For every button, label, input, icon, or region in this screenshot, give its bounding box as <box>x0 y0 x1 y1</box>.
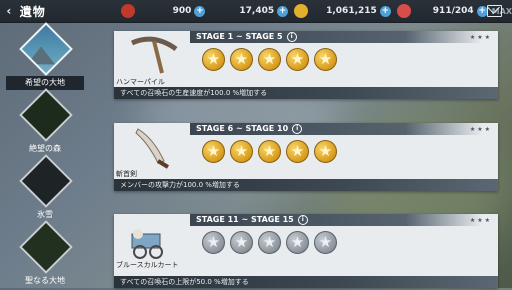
star-icon: ★ <box>230 140 253 163</box>
mountain-icon <box>19 22 73 76</box>
gold-value: 1,061,215 <box>326 6 377 16</box>
region-item-hope[interactable]: 希望の大地 <box>6 22 84 92</box>
star-rating: ★ ★ ★ ★ ★ <box>202 140 337 163</box>
swords-value: 911/204 <box>432 6 474 16</box>
star-icon: ★ <box>202 140 225 163</box>
fist-icon <box>120 4 135 18</box>
relic-effect: すべての召喚石の生産速度が100.0 %増加する <box>114 87 498 99</box>
star-icon: ★ <box>286 140 309 163</box>
page-title: 遺物 <box>19 4 46 19</box>
stage-range: STAGE 6 ~ STAGE 10 <box>196 124 289 133</box>
top-bar: ‹ 遺物 900 + 17,405 + 1,061,215 + 911/204 … <box>0 0 512 23</box>
star-icon: ★ <box>258 140 281 163</box>
star-rating: ★ ★ ★ ★ ★ <box>202 48 337 71</box>
stage-header: STAGE 1 ~ STAGE 5i <box>190 31 498 43</box>
pickaxe-icon <box>130 36 178 74</box>
star-icon: ★ <box>314 48 337 71</box>
region-sidebar: 希望の大地 絶望の森 氷雪 聖なる大地 <box>0 22 90 288</box>
info-icon[interactable]: i <box>297 214 308 225</box>
fist-value: 900 <box>172 6 192 16</box>
star-icon: ★ <box>286 48 309 71</box>
star-icon: ★ <box>314 140 337 163</box>
relic-name: ブルースカルカート <box>116 261 179 269</box>
resource-fist: 900 + <box>120 4 206 18</box>
relic-image: ブルースカルカート <box>114 214 190 270</box>
relic-card[interactable]: STAGE 6 ~ STAGE 10 i ★★★ 斬首剣 ★ ★ ★ ★ ★ メン… <box>114 123 498 191</box>
dots-icon: ★★★ <box>469 34 492 41</box>
info-icon[interactable]: i <box>292 123 303 134</box>
add-crystal-button[interactable]: + <box>277 5 289 17</box>
star-icon: ★ <box>258 48 281 71</box>
stage-range: STAGE 1 ~ STAGE 5 <box>196 32 283 41</box>
stage-header: STAGE 6 ~ STAGE 10 i <box>190 123 498 135</box>
relic-name: ハンマーパイル <box>116 78 165 86</box>
relic-image: 斬首剣 <box>114 123 190 179</box>
crystal-value: 17,405 <box>239 6 275 16</box>
swords-icon <box>396 4 411 18</box>
region-item-ice[interactable]: 氷雪 <box>6 154 84 224</box>
ice-icon <box>19 154 73 208</box>
relic-image: ハンマーパイル <box>114 31 190 87</box>
cart-icon <box>131 229 163 259</box>
relic-effect: メンバーの攻撃力が100.0 %増加する <box>114 179 498 191</box>
forest-icon <box>19 88 73 142</box>
star-empty-icon: ★ <box>202 231 225 254</box>
star-empty-icon: ★ <box>286 231 309 254</box>
star-empty-icon: ★ <box>230 231 253 254</box>
dots-icon: ★★★ <box>469 217 492 224</box>
holy-land-icon <box>19 220 73 274</box>
resource-crystal: 17,405 + <box>239 5 289 17</box>
info-icon[interactable]: i <box>286 31 297 42</box>
relic-card[interactable]: STAGE 1 ~ STAGE 5i ★★★ ハンマーパイル ★ ★ ★ ★ ★… <box>114 31 498 99</box>
star-icon: ★ <box>230 48 253 71</box>
relic-name: 斬首剣 <box>116 170 137 178</box>
gold-coins-icon <box>294 4 309 18</box>
dots-icon: ★★★ <box>469 126 492 133</box>
mail-icon[interactable] <box>487 5 502 17</box>
star-empty-icon: ★ <box>314 231 337 254</box>
stage-header: STAGE 11 ~ STAGE 15 i <box>190 214 498 226</box>
region-label: 聖なる大地 <box>25 276 65 285</box>
back-arrow-icon[interactable]: ‹ <box>0 4 18 18</box>
region-item-despair[interactable]: 絶望の森 <box>6 88 84 158</box>
star-empty-icon: ★ <box>258 231 281 254</box>
star-icon: ★ <box>202 48 225 71</box>
star-rating: ★ ★ ★ ★ ★ <box>202 231 337 254</box>
add-fist-button[interactable]: + <box>194 5 206 17</box>
sword-icon <box>135 128 170 169</box>
resource-gold: 1,061,215 + <box>294 4 391 18</box>
relic-effect: すべての召喚石の上限が50.0 %増加する <box>114 276 498 288</box>
add-gold-button[interactable]: + <box>379 5 391 17</box>
relic-card[interactable]: STAGE 11 ~ STAGE 15 i ★★★ ブルースカルカート ★ ★ ★… <box>114 214 498 288</box>
region-item-holy[interactable]: 聖なる大地 <box>6 220 84 290</box>
stage-range: STAGE 11 ~ STAGE 15 <box>196 215 294 224</box>
